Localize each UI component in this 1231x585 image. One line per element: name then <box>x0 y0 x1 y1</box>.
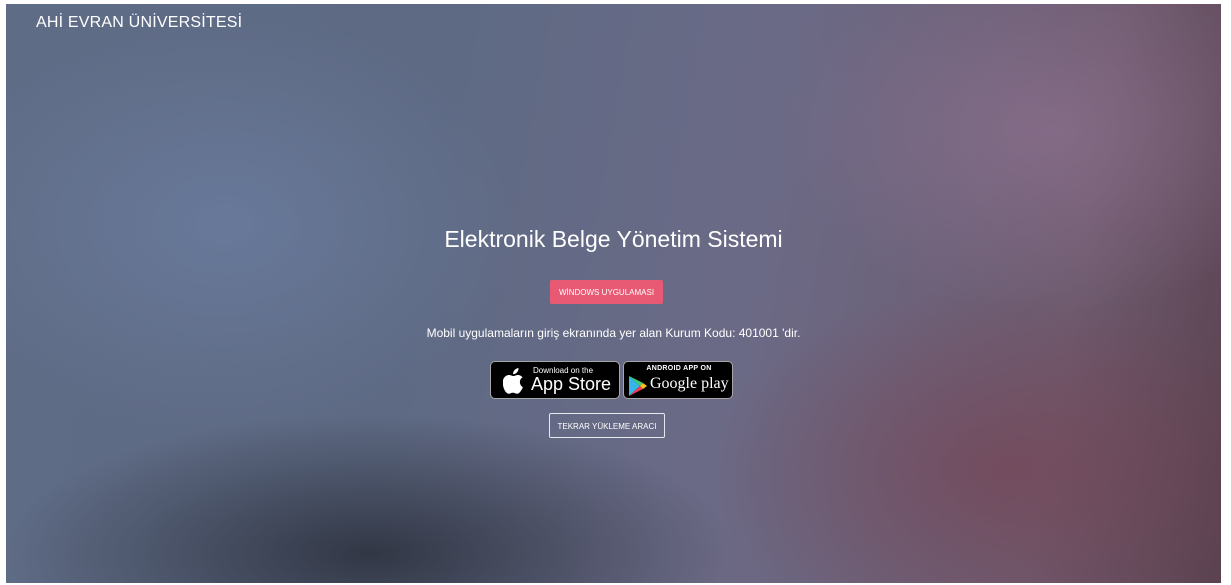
page-title: Elektronik Belge Yönetim Sistemi <box>444 226 783 252</box>
google-play-small-text: ANDROID APP ON <box>646 365 712 372</box>
apple-icon <box>502 368 525 399</box>
reload-tool-button[interactable]: TEKRAR YÜKLEME ARACI <box>549 413 665 438</box>
app-store-badge[interactable]: Download on the App Store <box>490 361 620 399</box>
google-play-icon <box>629 376 647 401</box>
google-play-badge[interactable]: ANDROID APP ON Google play <box>623 361 733 399</box>
windows-app-button[interactable]: WİNDOWS UYGULAMASI <box>550 280 663 304</box>
app-store-big-text: App Store <box>531 374 612 394</box>
brand-title: AHİ EVRAN ÜNİVERSİTESİ <box>36 14 243 31</box>
google-play-big-text: Google play <box>650 375 729 392</box>
institution-code-info: Mobil uygulamaların giriş ekranında yer … <box>426 326 801 340</box>
background-frame: AHİ EVRAN ÜNİVERSİTESİ Elektronik Belge … <box>6 4 1221 583</box>
